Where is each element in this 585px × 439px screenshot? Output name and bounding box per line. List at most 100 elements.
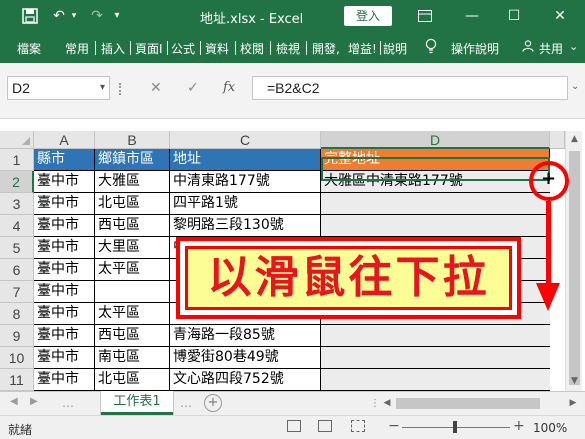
- vertical-scrollbar[interactable]: ▲ ▼: [565, 131, 582, 391]
- previous-sheet-icon[interactable]: ◀: [10, 396, 18, 407]
- cell-c1[interactable]: 地址: [170, 149, 321, 171]
- zoom-slider-thumb[interactable]: [453, 421, 457, 433]
- tab-data[interactable]: 資料: [205, 40, 229, 57]
- more-sheets-icon[interactable]: …: [62, 396, 74, 410]
- row-header-2[interactable]: 2: [0, 171, 34, 193]
- cell-d2[interactable]: 大雅區中清東路177號: [321, 171, 550, 193]
- insert-function-icon[interactable]: fx: [223, 76, 235, 100]
- column-header-d[interactable]: D: [321, 131, 550, 149]
- cell-a11[interactable]: 臺中市: [34, 369, 95, 391]
- collapse-ribbon-icon[interactable]: ⌄: [569, 40, 578, 53]
- zoom-in-icon[interactable]: +: [513, 418, 525, 434]
- customize-quick-access-icon[interactable]: ▾: [110, 6, 124, 26]
- save-icon[interactable]: [20, 6, 40, 26]
- splitter-handle[interactable]: [119, 83, 122, 95]
- fill-handle-cursor-icon[interactable]: +: [541, 170, 556, 188]
- cell-b1[interactable]: 鄉鎮市區: [95, 149, 170, 171]
- cell-c4[interactable]: 黎明路三段130號: [170, 215, 321, 237]
- cell-c2[interactable]: 中清東路177號: [170, 171, 321, 193]
- tab-page-layout[interactable]: 頁面I: [135, 40, 163, 57]
- zoom-out-icon[interactable]: −: [388, 418, 400, 434]
- cell-b5[interactable]: 大里區: [95, 237, 170, 259]
- ribbon-display-options-icon[interactable]: [411, 4, 439, 28]
- cell-c3[interactable]: 四平路1號: [170, 193, 321, 215]
- tab-developer[interactable]: 開發,: [312, 40, 340, 57]
- name-box[interactable]: D2 ▾: [7, 76, 110, 100]
- tab-insert[interactable]: 插入: [101, 40, 125, 57]
- cell-d10[interactable]: [321, 347, 550, 369]
- cell-d1[interactable]: 完整地址: [321, 149, 550, 171]
- scroll-up-icon[interactable]: ▲: [566, 131, 583, 147]
- lightbulb-icon[interactable]: [425, 38, 437, 58]
- cell-d9[interactable]: [321, 325, 550, 347]
- cell-d3[interactable]: [321, 193, 550, 215]
- tab-file[interactable]: 檔案: [17, 40, 41, 57]
- column-header-b[interactable]: B: [95, 131, 170, 149]
- scroll-left-icon[interactable]: ◀: [380, 395, 394, 412]
- cell-b6[interactable]: 太平區: [95, 259, 170, 281]
- chevron-down-icon[interactable]: ▾: [100, 77, 105, 99]
- cell-d4[interactable]: [321, 215, 550, 237]
- cell-b3[interactable]: 北屯區: [95, 193, 170, 215]
- cell-a2[interactable]: 臺中市: [34, 171, 95, 193]
- scroll-right-icon[interactable]: ▶: [566, 395, 580, 412]
- page-layout-view-icon[interactable]: [318, 420, 332, 432]
- share-icon[interactable]: [522, 40, 534, 55]
- row-header-3[interactable]: 3: [0, 193, 34, 215]
- column-header-e[interactable]: [550, 131, 565, 149]
- undo-icon[interactable]: ↶: [50, 6, 68, 26]
- horizontal-scrollbar[interactable]: ◀ ▶: [380, 395, 580, 412]
- undo-dropdown-icon[interactable]: ▾: [68, 6, 80, 26]
- cell-a1[interactable]: 縣市: [34, 149, 95, 171]
- cell-a4[interactable]: 臺中市: [34, 215, 95, 237]
- cancel-icon[interactable]: ✕: [150, 76, 162, 100]
- cell-a7[interactable]: 臺中市: [34, 281, 95, 303]
- normal-view-icon[interactable]: [287, 420, 301, 432]
- row-header-4[interactable]: 4: [0, 215, 34, 237]
- row-header-9[interactable]: 9: [0, 325, 34, 347]
- zoom-level[interactable]: 100%: [533, 421, 567, 435]
- row-header-5[interactable]: 5: [0, 237, 34, 259]
- cell-a5[interactable]: 臺中市: [34, 237, 95, 259]
- tab-home[interactable]: 常用: [65, 40, 89, 57]
- row-header-8[interactable]: 8: [0, 303, 34, 325]
- sheet-tab-1[interactable]: 工作表1: [101, 391, 173, 415]
- more-sheets-right-icon[interactable]: …: [180, 396, 192, 410]
- cell-b8[interactable]: 太平區: [95, 303, 170, 325]
- cell-a8[interactable]: 臺中市: [34, 303, 95, 325]
- expand-formula-bar-icon[interactable]: ⌄: [571, 81, 579, 92]
- cell-a9[interactable]: 臺中市: [34, 325, 95, 347]
- tell-me-label[interactable]: 操作說明: [451, 40, 499, 57]
- row-header-6[interactable]: 6: [0, 259, 34, 281]
- tab-formulas[interactable]: 公式: [171, 40, 195, 57]
- tab-review[interactable]: 校閱: [240, 40, 264, 57]
- page-break-preview-icon[interactable]: [351, 420, 365, 432]
- close-button[interactable]: ✕: [546, 4, 574, 28]
- row-header-1[interactable]: 1: [0, 149, 34, 171]
- tab-help[interactable]: 說明: [383, 40, 407, 57]
- horizontal-scroll-thumb[interactable]: [396, 398, 540, 409]
- formula-input[interactable]: =B2&C2: [252, 76, 568, 100]
- maximize-button[interactable]: ☐: [500, 4, 528, 28]
- cell-b2[interactable]: 大雅區: [95, 171, 170, 193]
- select-all-button[interactable]: [0, 131, 34, 149]
- enter-icon[interactable]: ✓: [187, 76, 199, 100]
- cell-a10[interactable]: 臺中市: [34, 347, 95, 369]
- cell-a6[interactable]: 臺中市: [34, 259, 95, 281]
- cell-b4[interactable]: 西屯區: [95, 215, 170, 237]
- column-header-c[interactable]: C: [170, 131, 321, 149]
- add-sheet-icon[interactable]: +: [204, 394, 222, 412]
- login-button[interactable]: 登入: [344, 6, 392, 26]
- row-header-11[interactable]: 11: [0, 369, 34, 391]
- cell-c11[interactable]: 文心路四段752號: [170, 369, 321, 391]
- cell-b7[interactable]: [95, 281, 170, 303]
- cell-c9[interactable]: 青海路一段85號: [170, 325, 321, 347]
- cell-d11[interactable]: [321, 369, 550, 391]
- column-header-a[interactable]: A: [34, 131, 95, 149]
- cell-b11[interactable]: 北屯區: [95, 369, 170, 391]
- scroll-down-icon[interactable]: ▼: [566, 373, 583, 389]
- cell-a3[interactable]: 臺中市: [34, 193, 95, 215]
- minimize-button[interactable]: —: [458, 4, 486, 28]
- tab-view[interactable]: 檢視: [276, 40, 300, 57]
- redo-icon[interactable]: ↷: [88, 6, 106, 26]
